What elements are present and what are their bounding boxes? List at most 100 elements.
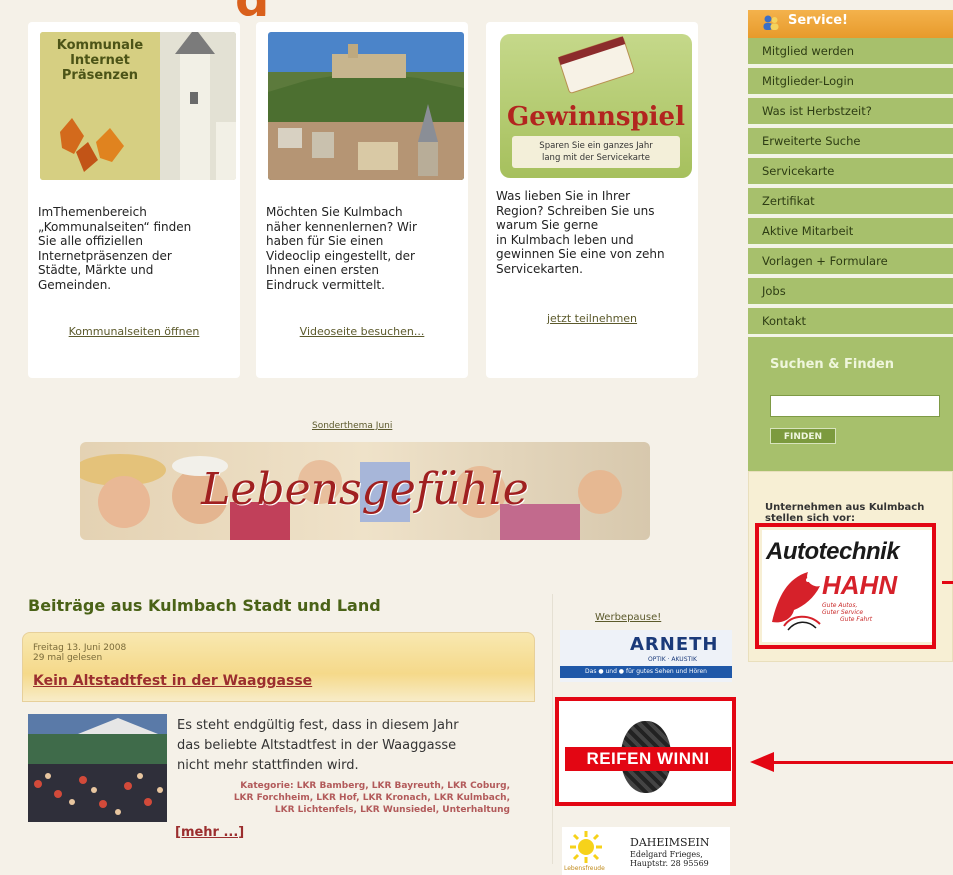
sidebar-item-vorlagen[interactable]: Vorlagen + Formulare	[748, 248, 953, 276]
text-line: ImThemenbereich	[38, 205, 147, 219]
text-line: Ihnen einen ersten	[266, 263, 379, 277]
search-panel: Suchen & Finden FINDEN	[748, 337, 953, 471]
section-title: Beiträge aus Kulmbach Stadt und Land	[28, 596, 381, 615]
text-line: Videoclip eingestellt, der	[266, 248, 415, 263]
text-line: Gemeinden.	[38, 277, 112, 292]
arneth-bar: Das ● und ● für gutes Sehen und Hören	[560, 666, 732, 678]
kommunal-title-line: Internet	[70, 53, 130, 68]
card-kommunal: Kommunale Internet Präsenzen ImThemenber…	[28, 22, 240, 378]
text-line: Was lieben Sie in Ihrer	[496, 189, 631, 203]
hahn-slogan: Gute Autos, Guter Service Gute Fahrt	[822, 602, 872, 623]
text-line: Region? Schreiben Sie uns	[496, 203, 655, 218]
reifen-winni-ad[interactable]: REIFEN WINNI	[559, 701, 732, 802]
category-line: Kategorie: LKR Bamberg, LKR Bayreuth, LK…	[240, 781, 510, 791]
text-line: Servicekarten.	[496, 261, 583, 276]
gewinnspiel-image[interactable]: Gewinnspiel Sparen Sie ein ganzes Jahr l…	[500, 34, 692, 178]
search-button[interactable]: FINDEN	[770, 428, 836, 444]
werbepause-link[interactable]: Werbepause!	[595, 612, 661, 623]
news-photo[interactable]	[28, 714, 167, 822]
arneth-ad[interactable]: ARNETH OPTIK · AKUSTIK Das ● und ● für g…	[560, 630, 732, 682]
news-date: Freitag 13. Juni 2008 29 mal gelesen	[33, 643, 126, 663]
company-text: Unternehmen aus Kulmbach stellen sich vo…	[765, 502, 925, 524]
text-line: Städte, Märkte und	[38, 263, 154, 277]
sidebar-item-mitglieder-login[interactable]: Mitglieder-Login	[748, 68, 953, 96]
gewinnspiel-subtitle: Sparen Sie ein ganzes Jahr lang mit der …	[512, 136, 680, 168]
search-title: Suchen & Finden	[770, 357, 895, 372]
kommunal-title-line: Präsenzen	[61, 68, 139, 83]
sidebar-item-mitglied-werden[interactable]: Mitglied werden	[748, 38, 953, 66]
arneth-bar-text: Das ● und ● für gutes Sehen und Hören	[585, 668, 707, 675]
more-link[interactable]: [mehr ...]	[175, 825, 244, 840]
gewinnspiel-title: Gewinnspiel	[507, 102, 685, 132]
daheimsein-sub: Edelgard Frieges, Hauptstr. 28 95569	[630, 850, 709, 868]
swoosh-icon	[783, 615, 821, 631]
text-line: Eindruck vermittelt.	[266, 277, 385, 292]
reifen-winni-label: REIFEN WINNI	[565, 747, 731, 771]
sub-line: Edelgard Frieges,	[630, 850, 703, 859]
search-input[interactable]	[770, 395, 940, 417]
page-heading-fragment: g	[235, 0, 295, 16]
kommunal-title-line: Kommunale	[56, 38, 144, 53]
category-line: LKR Lichtenfels, LKR Wunsiedel, Unterhal…	[274, 805, 510, 815]
highlight-arrow	[770, 761, 953, 764]
sidebar-header-label: Service!	[788, 13, 848, 28]
column-divider	[552, 594, 553, 864]
body-line: das beliebte Altstadtfest in der Waaggas…	[177, 738, 457, 753]
subtitle-line: lang mit der Servicekarte	[541, 153, 650, 163]
arneth-name: ARNETH	[630, 634, 719, 655]
kommunal-image[interactable]: Kommunale Internet Präsenzen	[40, 32, 236, 180]
sidebar-item-herbstzeit[interactable]: Was ist Herbstzeit?	[748, 98, 953, 126]
subtitle-line: Sparen Sie ein ganzes Jahr	[539, 141, 653, 151]
reads-text: 29 mal gelesen	[33, 653, 103, 663]
highlight-arrow-2	[942, 581, 953, 584]
text-line: warum Sie gerne	[496, 218, 599, 232]
text-line: „Kommunalseiten“ finden	[38, 219, 192, 234]
daheimsein-ad[interactable]: Lebensfreude DAHEIMSEIN Edelgard Frieges…	[562, 827, 730, 875]
sidebar-item-zertifikat[interactable]: Zertifikat	[748, 188, 953, 216]
sidebar-item-jobs[interactable]: Jobs	[748, 278, 953, 306]
lebensfreude-text: Lebensfreude	[564, 865, 605, 872]
slogan-line: Gute Autos,	[822, 602, 858, 609]
news-headline[interactable]: Kein Altstadtfest in der Waaggasse	[33, 673, 312, 689]
text-line: Internetpräsenzen der	[38, 248, 172, 263]
sidebar-header: Service!	[748, 10, 953, 38]
hahn-line1: Autotechnik	[766, 538, 900, 565]
news-header: Freitag 13. Juni 2008 29 mal gelesen Kei…	[22, 632, 535, 702]
kulmbach-photo[interactable]	[268, 32, 464, 180]
sonderthema-link[interactable]: Sonderthema Juni	[312, 421, 392, 431]
users-icon	[763, 15, 779, 30]
text-line: Sie alle offiziellen	[38, 234, 143, 248]
category-line: LKR Forchheim, LKR Hof, LKR Kronach, LKR…	[233, 793, 510, 803]
gewinnspiel-link[interactable]: jetzt teilnehmen	[547, 312, 637, 325]
sidebar-item-aktive-mitarbeit[interactable]: Aktive Mitarbeit	[748, 218, 953, 246]
video-link[interactable]: Videoseite besuchen...	[300, 325, 425, 338]
text-line: in Kulmbach leben und	[496, 232, 634, 247]
arneth-sub: OPTIK · AKUSTIK	[648, 656, 697, 663]
card-text: ImThemenbereich „Kommunalseiten“ finden …	[38, 205, 191, 292]
sidebar-item-kontakt[interactable]: Kontakt	[748, 308, 953, 336]
card-text: Was lieben Sie in Ihrer Region? Schreibe…	[496, 189, 665, 276]
sub-line: Hauptstr. 28 95569	[630, 859, 709, 868]
text-line: gewinnen Sie eine von zehn	[496, 247, 665, 261]
autotechnik-hahn-ad[interactable]: Autotechnik HAHN Gute Autos, Guter Servi…	[762, 530, 932, 642]
text-line: näher kennenlernen? Wir	[266, 219, 417, 234]
slogan-line: Guter Service	[822, 609, 864, 616]
date-text: Freitag 13. Juni 2008	[33, 643, 127, 653]
text-line: haben für Sie einen	[266, 234, 384, 248]
body-line: Es steht endgültig fest, dass in diesem …	[177, 718, 459, 733]
card-gewinnspiel: Gewinnspiel Sparen Sie ein ganzes Jahr l…	[486, 22, 698, 378]
lebensgefuehle-banner[interactable]: Lebensgefühle	[80, 442, 650, 540]
text-line: Möchten Sie Kulmbach	[266, 205, 403, 219]
slogan-line: Gute Fahrt	[840, 616, 873, 623]
arrow-head-icon	[750, 752, 774, 772]
sidebar-item-erweiterte-suche[interactable]: Erweiterte Suche	[748, 128, 953, 156]
news-categories: Kategorie: LKR Bamberg, LKR Bayreuth, LK…	[170, 780, 510, 816]
daheimsein-name: DAHEIMSEIN	[630, 836, 710, 849]
hahn-line2: HAHN	[822, 570, 898, 600]
banner-title: Lebensgefühle	[201, 464, 529, 515]
sidebar-item-servicekarte[interactable]: Servicekarte	[748, 158, 953, 186]
kommunal-link[interactable]: Kommunalseiten öffnen	[69, 325, 200, 338]
news-body: Es steht endgültig fest, dass in diesem …	[177, 716, 517, 776]
card-video: Möchten Sie Kulmbach näher kennenlernen?…	[256, 22, 468, 378]
card-text: Möchten Sie Kulmbach näher kennenlernen?…	[266, 205, 417, 292]
